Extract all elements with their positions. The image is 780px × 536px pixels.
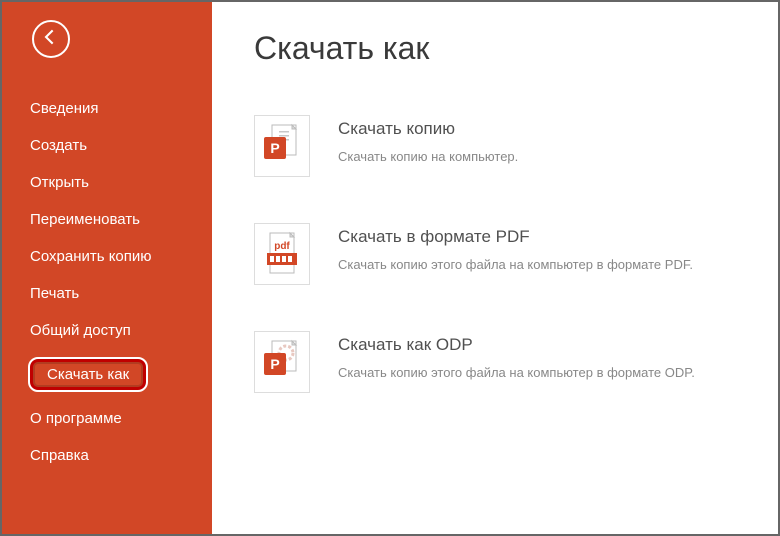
sidebar: Сведения Создать Открыть Переименовать С…: [2, 2, 212, 534]
sidebar-item-label: Открыть: [30, 174, 89, 191]
pdf-icon: pdf: [254, 223, 310, 285]
download-copy-option[interactable]: P Скачать копию Скачать копию на компьют…: [254, 101, 736, 209]
option-text: Скачать в формате PDF Скачать копию этог…: [338, 223, 693, 272]
sidebar-item-about[interactable]: О программе: [2, 400, 212, 437]
sidebar-item-open[interactable]: Открыть: [2, 164, 212, 201]
sidebar-item-save-copy[interactable]: Сохранить копию: [2, 238, 212, 275]
content-pane: Скачать как P Скачать копию Скачать копи…: [212, 2, 778, 453]
sidebar-item-label: О программе: [30, 410, 122, 427]
option-desc: Скачать копию этого файла на компьютер в…: [338, 365, 695, 380]
backstage-view: Сведения Создать Открыть Переименовать С…: [0, 0, 780, 536]
option-desc: Скачать копию на компьютер.: [338, 149, 518, 164]
sidebar-item-label: Сохранить копию: [30, 248, 152, 265]
sidebar-menu: Сведения Создать Открыть Переименовать С…: [2, 90, 212, 474]
sidebar-item-label: Создать: [30, 137, 87, 154]
powerpoint-copy-icon: P: [254, 115, 310, 177]
download-pdf-option[interactable]: pdf Скачать в формате PDF Скачать копию …: [254, 209, 736, 317]
sidebar-item-info[interactable]: Сведения: [2, 90, 212, 127]
page-title: Скачать как: [254, 30, 736, 67]
back-button[interactable]: [32, 20, 70, 58]
download-odp-option[interactable]: P Скачать как ODP Скачать копию этого фа…: [254, 317, 736, 425]
option-title: Скачать копию: [338, 119, 518, 139]
sidebar-item-label: Переименовать: [30, 211, 140, 228]
option-title: Скачать как ODP: [338, 335, 695, 355]
sidebar-item-label: Справка: [30, 447, 89, 464]
option-title: Скачать в формате PDF: [338, 227, 693, 247]
option-text: Скачать как ODP Скачать копию этого файл…: [338, 331, 695, 380]
svg-text:pdf: pdf: [274, 241, 290, 252]
sidebar-item-share[interactable]: Общий доступ: [2, 312, 212, 349]
back-arrow-icon: [41, 27, 61, 52]
sidebar-item-label: Печать: [30, 285, 79, 302]
svg-text:P: P: [270, 140, 279, 156]
option-desc: Скачать копию этого файла на компьютер в…: [338, 257, 693, 272]
option-text: Скачать копию Скачать копию на компьютер…: [338, 115, 518, 164]
sidebar-item-label: Общий доступ: [30, 322, 131, 339]
sidebar-item-print[interactable]: Печать: [2, 275, 212, 312]
sidebar-item-help[interactable]: Справка: [2, 437, 212, 474]
sidebar-item-label: Сведения: [30, 100, 99, 117]
sidebar-item-download-as[interactable]: Скачать как: [2, 349, 212, 400]
svg-text:P: P: [270, 356, 279, 372]
sidebar-item-new[interactable]: Создать: [2, 127, 212, 164]
sidebar-item-label: Скачать как: [47, 366, 129, 383]
odp-icon: P: [254, 331, 310, 393]
sidebar-item-rename[interactable]: Переименовать: [2, 201, 212, 238]
